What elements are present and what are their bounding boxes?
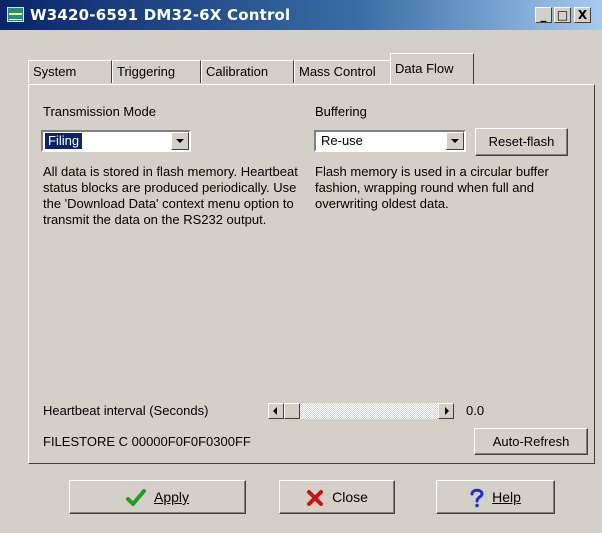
transmission-description: All data is stored in flash memory. Hear… [43, 164, 298, 227]
heartbeat-interval-scrollbar[interactable] [268, 403, 454, 419]
scroll-left-icon[interactable] [268, 403, 284, 419]
heartbeat-interval-value: 0.0 [466, 403, 485, 418]
check-icon [125, 489, 146, 507]
tab-system[interactable]: System [28, 60, 112, 83]
chevron-down-icon[interactable] [171, 132, 189, 150]
transmission-mode-label: Transmission Mode [43, 104, 156, 119]
question-icon [470, 489, 484, 508]
buffering-select[interactable]: Re-use [314, 130, 466, 152]
scroll-thumb[interactable] [284, 403, 300, 419]
buffering-label: Buffering [315, 104, 367, 119]
tab-calibration[interactable]: Calibration [201, 60, 294, 83]
maximize-button[interactable]: □ [554, 7, 571, 23]
heartbeat-interval-label: Heartbeat interval (Seconds) [43, 403, 209, 418]
status-text: FILESTORE C 00000F0F0F0300FF [43, 434, 251, 449]
tab-data-flow[interactable]: Data Flow [390, 53, 474, 84]
window-title: W3420-6591 DM32-6X Control [30, 6, 291, 24]
buffering-description: Flash memory is used in a circular buffe… [315, 164, 549, 211]
buffering-value: Re-use [321, 133, 363, 148]
chevron-down-icon[interactable] [446, 132, 464, 150]
apply-label: Apply [153, 489, 190, 505]
reset-flash-button[interactable]: Reset-flash [475, 128, 568, 156]
app-icon [7, 7, 24, 22]
title-bar[interactable]: W3420-6591 DM32-6X Control _ □ X [0, 0, 602, 30]
close-button[interactable]: Close [279, 480, 395, 514]
tab-mass-control[interactable]: Mass Control [294, 60, 392, 83]
tab-triggering[interactable]: Triggering [112, 60, 201, 83]
close-label: Close [332, 489, 368, 505]
close-window-button[interactable]: X [574, 7, 591, 23]
apply-button[interactable]: Apply [69, 480, 246, 514]
x-icon [307, 490, 324, 507]
transmission-mode-value: Filing [43, 132, 84, 150]
help-label: Help [492, 489, 521, 505]
help-button[interactable]: Help [436, 480, 555, 514]
scroll-right-icon[interactable] [438, 403, 454, 419]
transmission-mode-select[interactable]: Filing [41, 130, 191, 152]
minimize-button[interactable]: _ [535, 7, 552, 23]
auto-refresh-button[interactable]: Auto-Refresh [474, 428, 588, 455]
